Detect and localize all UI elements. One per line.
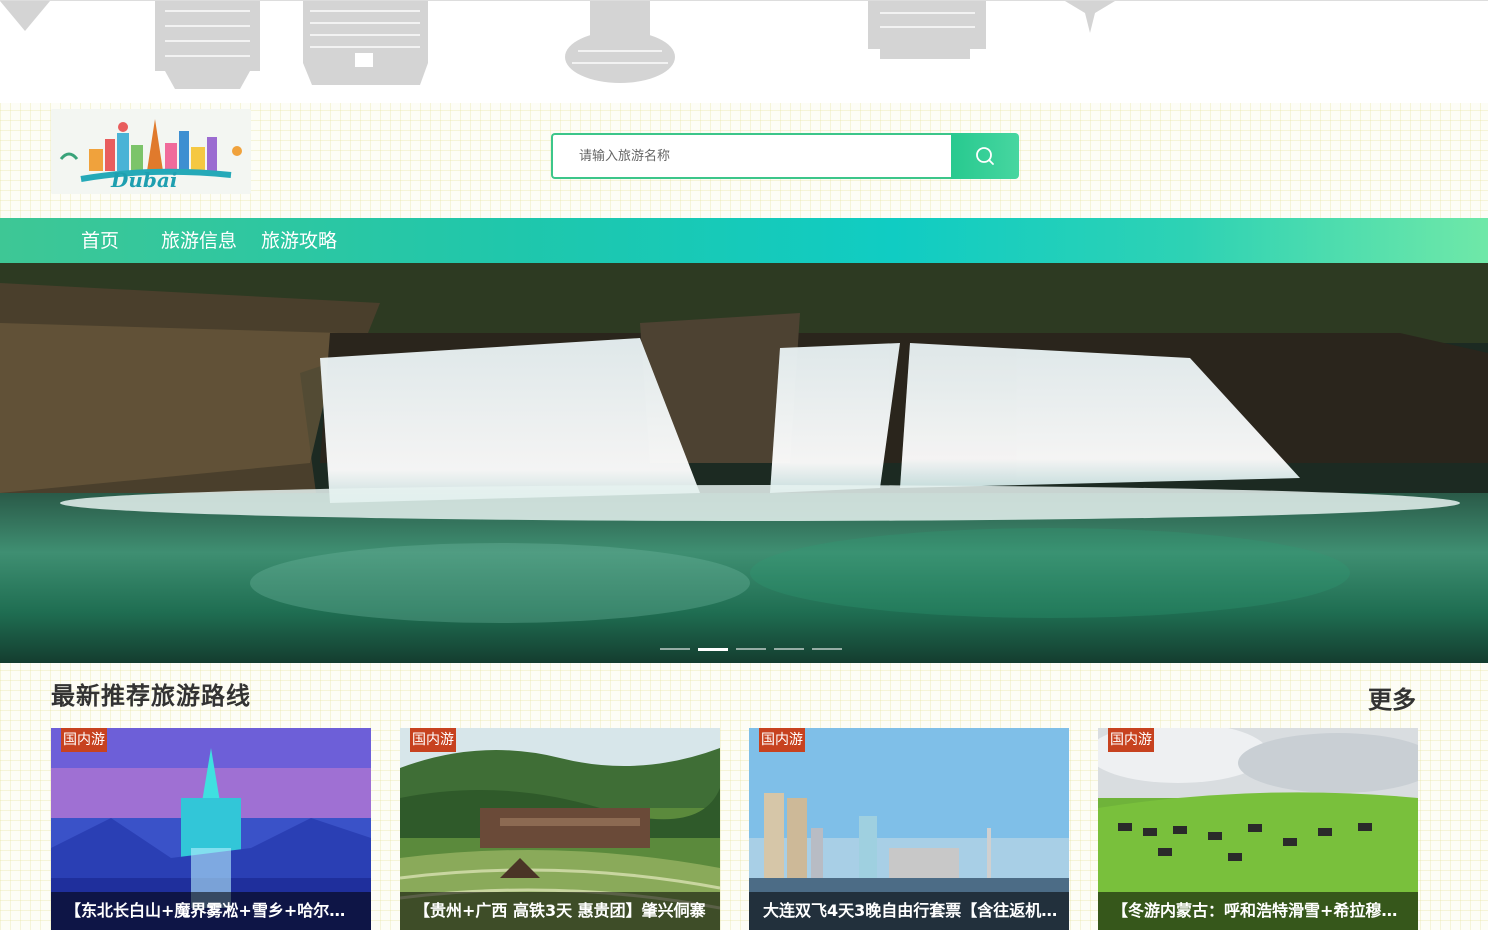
slider-dot-4[interactable]	[774, 648, 804, 650]
site-header: Dubai	[0, 102, 1488, 218]
route-card-1[interactable]: 国内游 【东北长白山+魔界雾凇+雪乡+哈尔滨冰雪大世界】	[51, 728, 371, 930]
skyline-banner	[0, 0, 1488, 103]
card-tag: 国内游	[61, 728, 107, 752]
nav-item-travel-guide[interactable]: 旅游攻略	[261, 218, 337, 263]
route-card-4[interactable]: 国内游 【冬游内蒙古：呼和浩特滑雪+希拉穆仁草原】	[1098, 728, 1418, 930]
search-input[interactable]	[551, 133, 951, 179]
card-title[interactable]: 【冬游内蒙古：呼和浩特滑雪+希拉穆仁草原】	[1098, 892, 1418, 930]
card-title[interactable]: 大连双飞4天3晚自由行套票【含往返机票】	[749, 892, 1069, 930]
route-card-2[interactable]: 国内游 【贵州+广西 高铁3天 惠贵团】肇兴侗寨	[400, 728, 720, 930]
search-button[interactable]	[951, 133, 1019, 179]
site-logo[interactable]: Dubai	[51, 109, 251, 194]
slider-dots	[660, 648, 842, 652]
route-card-3[interactable]: 国内游 大连双飞4天3晚自由行套票【含往返机票】	[749, 728, 1069, 930]
more-link[interactable]: 更多	[1368, 680, 1416, 715]
slider-dot-2[interactable]	[698, 648, 728, 651]
search-icon	[976, 147, 994, 165]
card-tag: 国内游	[759, 728, 805, 752]
slider-dot-1[interactable]	[660, 648, 690, 650]
nav-item-travel-info[interactable]: 旅游信息	[161, 218, 237, 263]
slider-dot-3[interactable]	[736, 648, 766, 650]
section-title: 最新推荐旅游路线	[51, 682, 251, 710]
card-tag: 国内游	[1108, 728, 1154, 752]
hero-slider[interactable]	[0, 263, 1488, 663]
waterfall-image	[0, 263, 1488, 663]
slider-dot-5[interactable]	[812, 648, 842, 650]
main-nav: 首页 旅游信息 旅游攻略	[0, 218, 1488, 263]
card-tag: 国内游	[410, 728, 456, 752]
nav-item-home[interactable]: 首页	[81, 218, 119, 263]
card-title[interactable]: 【东北长白山+魔界雾凇+雪乡+哈尔滨冰雪大世界】	[51, 892, 371, 930]
search-box	[551, 133, 1019, 179]
logo-text: Dubai	[110, 168, 177, 192]
card-title[interactable]: 【贵州+广西 高铁3天 惠贵团】肇兴侗寨	[400, 892, 720, 930]
